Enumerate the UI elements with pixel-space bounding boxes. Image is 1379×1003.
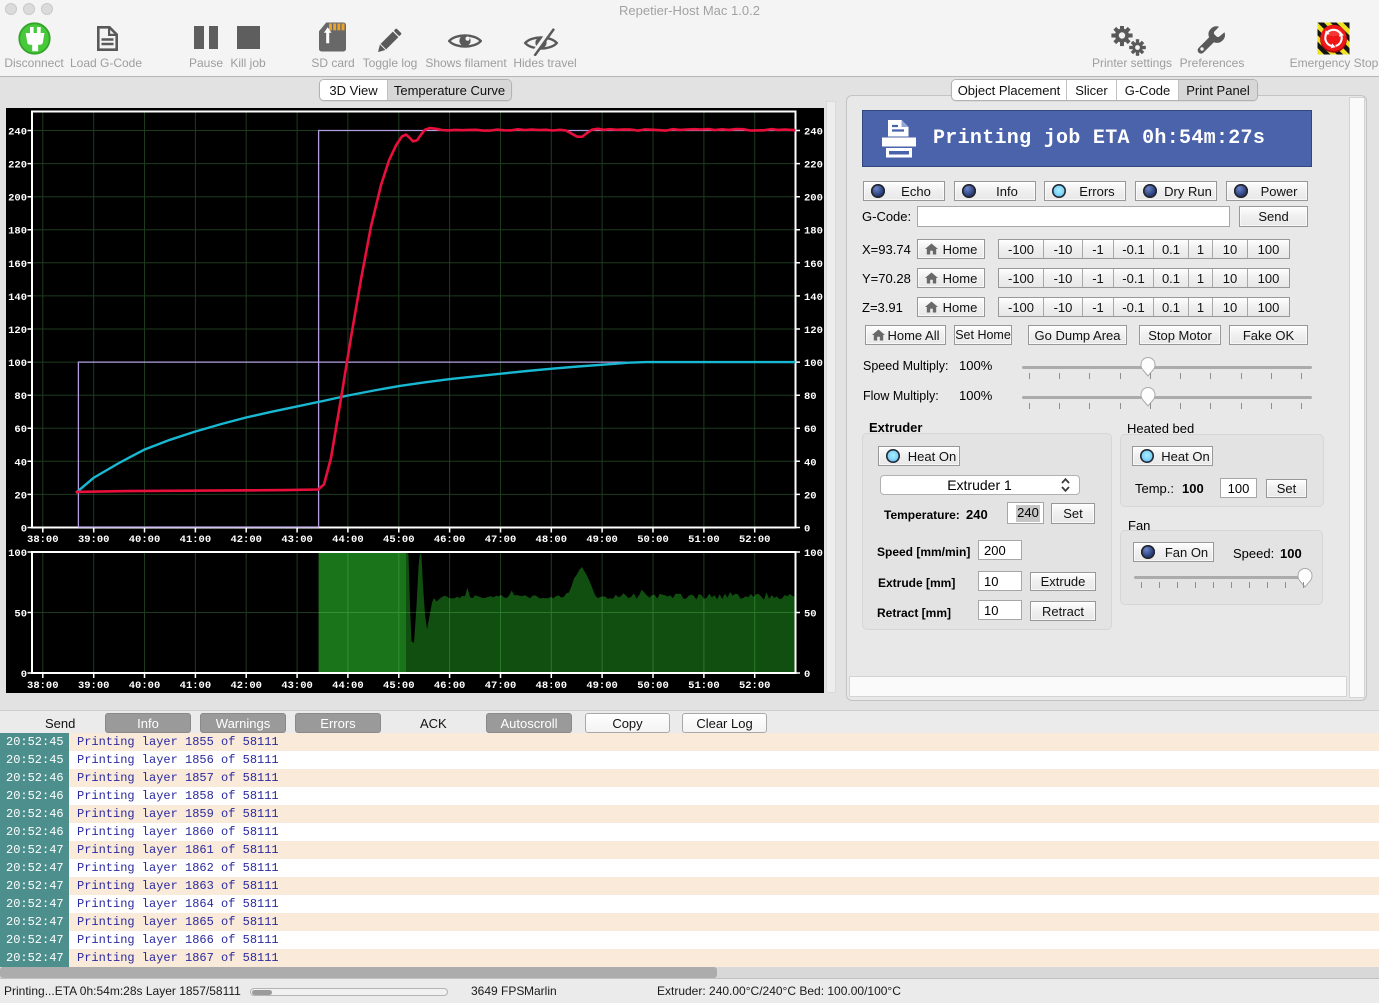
svg-text:39:00: 39:00	[78, 680, 110, 692]
svg-text:0: 0	[804, 524, 810, 536]
svg-text:200: 200	[804, 193, 823, 205]
svg-text:220: 220	[804, 160, 823, 172]
svg-text:200: 200	[8, 193, 27, 205]
svg-text:100: 100	[8, 548, 27, 560]
svg-text:40: 40	[14, 457, 27, 469]
svg-text:120: 120	[8, 325, 27, 337]
svg-text:100: 100	[804, 548, 823, 560]
svg-text:80: 80	[14, 391, 27, 403]
svg-text:39:00: 39:00	[78, 534, 110, 546]
svg-text:47:00: 47:00	[485, 680, 517, 692]
svg-text:51:00: 51:00	[688, 534, 720, 546]
svg-text:52:00: 52:00	[739, 680, 771, 692]
svg-text:43:00: 43:00	[281, 534, 313, 546]
svg-text:120: 120	[804, 325, 823, 337]
svg-text:180: 180	[804, 226, 823, 238]
svg-text:140: 140	[8, 292, 27, 304]
svg-text:60: 60	[14, 424, 27, 436]
svg-text:80: 80	[804, 391, 817, 403]
svg-text:41:00: 41:00	[180, 534, 212, 546]
svg-text:100: 100	[8, 358, 27, 370]
svg-text:50:00: 50:00	[637, 680, 669, 692]
svg-text:44:00: 44:00	[332, 680, 364, 692]
svg-text:48:00: 48:00	[536, 534, 568, 546]
svg-text:51:00: 51:00	[688, 680, 720, 692]
svg-text:40: 40	[804, 457, 817, 469]
svg-text:48:00: 48:00	[536, 680, 568, 692]
svg-text:40:00: 40:00	[129, 534, 161, 546]
svg-text:160: 160	[8, 259, 27, 271]
svg-text:0: 0	[804, 669, 810, 681]
svg-text:41:00: 41:00	[180, 680, 212, 692]
svg-text:43:00: 43:00	[281, 680, 313, 692]
svg-text:44:00: 44:00	[332, 534, 364, 546]
svg-text:46:00: 46:00	[434, 534, 466, 546]
svg-text:180: 180	[8, 226, 27, 238]
svg-text:42:00: 42:00	[230, 680, 262, 692]
svg-text:45:00: 45:00	[383, 680, 415, 692]
svg-text:140: 140	[804, 292, 823, 304]
svg-text:220: 220	[8, 160, 27, 172]
svg-text:42:00: 42:00	[230, 534, 262, 546]
svg-text:40:00: 40:00	[129, 680, 161, 692]
svg-text:50: 50	[14, 609, 27, 621]
svg-text:160: 160	[804, 259, 823, 271]
svg-text:50:00: 50:00	[637, 534, 669, 546]
svg-text:49:00: 49:00	[586, 680, 618, 692]
svg-text:50: 50	[804, 609, 817, 621]
svg-text:100: 100	[804, 358, 823, 370]
svg-text:47:00: 47:00	[485, 534, 517, 546]
svg-text:38:00: 38:00	[27, 534, 59, 546]
svg-text:45:00: 45:00	[383, 534, 415, 546]
svg-text:60: 60	[804, 424, 817, 436]
svg-text:20: 20	[804, 490, 817, 502]
svg-text:38:00: 38:00	[27, 680, 59, 692]
svg-text:20: 20	[14, 490, 27, 502]
svg-text:52:00: 52:00	[739, 534, 771, 546]
svg-text:240: 240	[804, 127, 823, 139]
svg-text:49:00: 49:00	[586, 534, 618, 546]
svg-text:240: 240	[8, 127, 27, 139]
svg-text:46:00: 46:00	[434, 680, 466, 692]
